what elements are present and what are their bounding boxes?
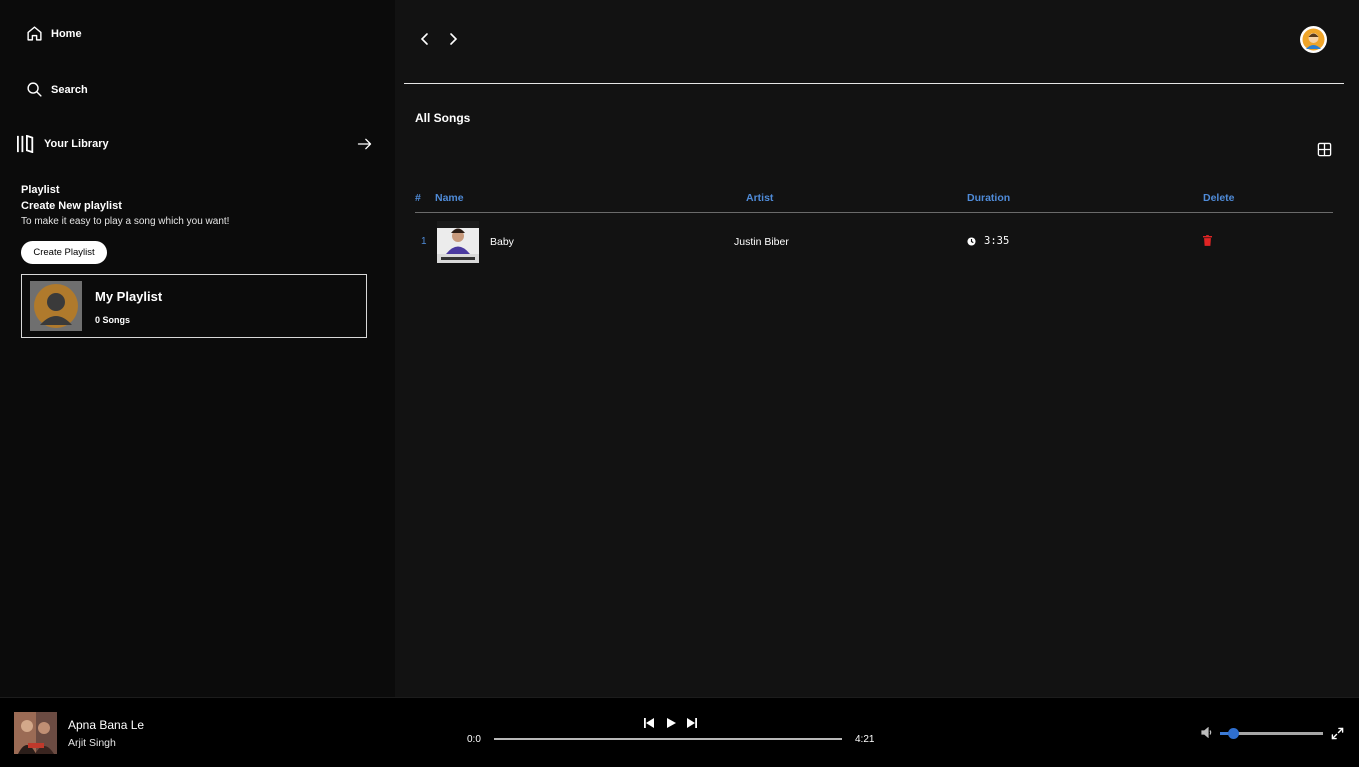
play-icon[interactable] bbox=[666, 718, 676, 728]
sidebar: Home Search Your Library Playlist Create… bbox=[0, 0, 395, 697]
arrow-right-icon[interactable] bbox=[356, 136, 373, 152]
create-playlist-button[interactable]: Create Playlist bbox=[21, 241, 107, 264]
nav-library[interactable]: Your Library bbox=[16, 135, 109, 153]
column-header-delete: Delete bbox=[1203, 192, 1235, 204]
playlist-name: My Playlist bbox=[95, 289, 163, 304]
clock-icon bbox=[967, 236, 976, 246]
song-name: Baby bbox=[490, 236, 514, 248]
skip-next-icon[interactable] bbox=[687, 718, 697, 728]
column-header-duration: Duration bbox=[967, 192, 1011, 204]
grid-icon[interactable] bbox=[1317, 142, 1332, 157]
column-header-artist: Artist bbox=[746, 192, 774, 204]
song-artist: Justin Biber bbox=[734, 236, 789, 248]
column-header-name: Name bbox=[435, 192, 464, 204]
search-icon bbox=[27, 82, 42, 97]
skip-previous-icon[interactable] bbox=[644, 718, 654, 728]
player-bar: Apna Bana Le Arjit Singh 0:0 4:21 bbox=[0, 697, 1359, 767]
total-time: 4:21 bbox=[855, 734, 875, 745]
nav-home[interactable]: Home bbox=[26, 25, 82, 42]
chevron-right-icon[interactable] bbox=[447, 32, 459, 46]
table-row[interactable]: 1 Baby Justin Biber 3:35 bbox=[415, 219, 1333, 265]
volume-icon[interactable] bbox=[1201, 727, 1213, 738]
playlist-song-count: 0 Songs bbox=[95, 315, 131, 325]
expand-icon[interactable] bbox=[1331, 727, 1344, 740]
nav-search[interactable]: Search bbox=[26, 81, 88, 98]
volume-slider[interactable] bbox=[1220, 728, 1323, 739]
progress-bar[interactable] bbox=[494, 738, 842, 740]
playlist-heading: Playlist bbox=[21, 184, 60, 196]
song-index: 1 bbox=[421, 236, 427, 247]
now-playing-artist: Arjit Singh bbox=[68, 737, 116, 749]
now-playing-cover bbox=[14, 712, 57, 754]
nav-home-label: Home bbox=[51, 27, 82, 40]
song-cover bbox=[437, 221, 479, 263]
current-time: 0:0 bbox=[467, 734, 481, 745]
nav-search-label: Search bbox=[51, 83, 88, 96]
now-playing-title: Apna Bana Le bbox=[68, 718, 145, 732]
table-divider bbox=[415, 212, 1333, 213]
song-duration: 3:35 bbox=[967, 235, 1009, 247]
playlist-avatar bbox=[30, 281, 82, 331]
library-icon bbox=[17, 135, 34, 153]
section-title: All Songs bbox=[415, 111, 471, 125]
trash-icon[interactable] bbox=[1203, 235, 1212, 246]
header-divider bbox=[404, 83, 1344, 84]
home-icon bbox=[27, 26, 42, 41]
main-content: All Songs # Name Artist Duration Delete … bbox=[395, 0, 1359, 697]
volume-knob[interactable] bbox=[1228, 728, 1240, 739]
create-playlist-description: To make it easy to play a song which you… bbox=[21, 216, 230, 227]
nav-library-label: Your Library bbox=[44, 138, 109, 150]
song-duration-text: 3:35 bbox=[984, 235, 1010, 247]
column-header-number: # bbox=[415, 192, 421, 204]
user-avatar[interactable] bbox=[1300, 26, 1327, 53]
chevron-left-icon[interactable] bbox=[419, 32, 431, 46]
playlist-card[interactable]: My Playlist 0 Songs bbox=[21, 274, 367, 338]
create-playlist-heading: Create New playlist bbox=[21, 200, 122, 212]
